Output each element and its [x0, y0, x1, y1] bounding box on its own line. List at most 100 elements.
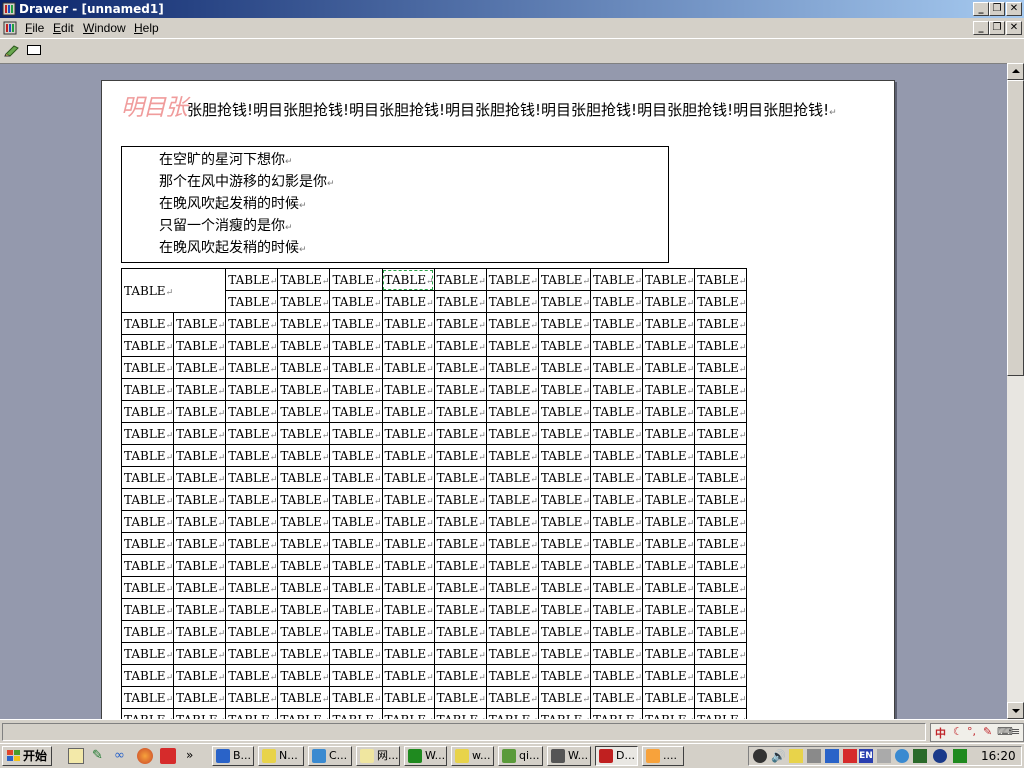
table-cell[interactable]: TABLE↵: [642, 510, 696, 533]
table-cell[interactable]: TABLE↵: [433, 466, 487, 489]
table-cell[interactable]: TABLE↵: [225, 686, 279, 709]
table-cell[interactable]: TABLE↵: [485, 488, 539, 511]
table-cell[interactable]: TABLE↵: [329, 268, 383, 291]
table-cell[interactable]: TABLE↵: [694, 422, 748, 445]
table-cell[interactable]: TABLE↵: [589, 268, 644, 291]
menu-file[interactable]: File: [25, 21, 44, 35]
table-cell[interactable]: TABLE↵: [173, 510, 227, 533]
table-cell[interactable]: TABLE↵: [225, 488, 279, 511]
tray-media-icon[interactable]: [753, 749, 767, 763]
document-page[interactable]: 明目张张胆抢钱!明目张胆抢钱!明目张胆抢钱!明目张胆抢钱!明目张胆抢钱!明目张胆…: [101, 80, 895, 720]
table-cell[interactable]: TABLE↵: [120, 312, 175, 335]
table-cell[interactable]: TABLE↵: [225, 290, 279, 313]
scroll-up-button[interactable]: [1007, 63, 1024, 80]
table-cell[interactable]: TABLE↵: [381, 334, 435, 357]
table-cell[interactable]: TABLE↵: [120, 598, 175, 621]
table-cell[interactable]: TABLE↵: [329, 466, 383, 489]
selected-table-cell[interactable]: TABLE↵: [381, 268, 435, 291]
table-cell[interactable]: TABLE↵: [694, 290, 748, 313]
table-cell[interactable]: TABLE↵: [485, 268, 539, 291]
table-cell[interactable]: TABLE↵: [537, 554, 591, 577]
table-cell[interactable]: TABLE↵: [694, 400, 748, 423]
quicklaunch-browser-icon[interactable]: [137, 748, 153, 764]
table-cell[interactable]: TABLE↵: [485, 664, 539, 687]
table-cell[interactable]: TABLE↵: [173, 576, 227, 599]
table-cell[interactable]: TABLE↵: [642, 268, 696, 291]
ime-punct-icon[interactable]: °,: [967, 725, 976, 738]
table-cell[interactable]: TABLE↵: [277, 444, 331, 467]
table-cell[interactable]: TABLE↵: [120, 642, 175, 665]
table-cell[interactable]: TABLE↵: [173, 378, 227, 401]
table-cell[interactable]: TABLE↵: [694, 576, 748, 599]
taskbar-task-button[interactable]: C...: [308, 746, 352, 766]
table-cell[interactable]: TABLE↵: [537, 422, 591, 445]
table-cell[interactable]: TABLE↵: [433, 378, 487, 401]
table-cell[interactable]: TABLE↵: [381, 686, 435, 709]
table-cell[interactable]: TABLE↵: [589, 356, 644, 379]
table-cell[interactable]: TABLE↵: [589, 664, 644, 687]
ime-pen-icon[interactable]: ✎: [983, 725, 992, 738]
table-cell[interactable]: TABLE↵: [329, 510, 383, 533]
show-desktop-icon[interactable]: [68, 748, 84, 764]
table-cell[interactable]: TABLE↵: [433, 268, 487, 291]
table-cell[interactable]: TABLE↵: [485, 598, 539, 621]
quicklaunch-tool-icon[interactable]: ✎: [92, 748, 108, 764]
table-cell[interactable]: TABLE↵: [225, 268, 279, 291]
table-cell[interactable]: TABLE↵: [277, 378, 331, 401]
table-cell[interactable]: TABLE↵: [485, 334, 539, 357]
table-cell[interactable]: TABLE↵: [485, 312, 539, 335]
table-cell[interactable]: TABLE↵: [642, 444, 696, 467]
table-cell[interactable]: TABLE↵: [694, 686, 748, 709]
table-cell[interactable]: TABLE↵: [381, 510, 435, 533]
table-cell[interactable]: TABLE↵: [329, 664, 383, 687]
table-cell[interactable]: TABLE↵: [694, 378, 748, 401]
table-cell[interactable]: TABLE↵: [329, 642, 383, 665]
table-cell[interactable]: TABLE↵: [277, 664, 331, 687]
table-cell[interactable]: TABLE↵: [642, 466, 696, 489]
table-cell[interactable]: TABLE↵: [225, 642, 279, 665]
taskbar-task-button[interactable]: N...: [258, 746, 304, 766]
table-cell[interactable]: TABLE↵: [277, 422, 331, 445]
table-cell[interactable]: TABLE↵: [173, 598, 227, 621]
tray-status-icon[interactable]: [953, 749, 967, 763]
table-cell[interactable]: TABLE↵: [589, 444, 644, 467]
tray-messenger-icon[interactable]: [933, 749, 947, 763]
table-cell[interactable]: TABLE↵: [642, 422, 696, 445]
table-cell[interactable]: TABLE↵: [381, 422, 435, 445]
table-cell[interactable]: TABLE↵: [381, 642, 435, 665]
table-cell[interactable]: TABLE↵: [537, 642, 591, 665]
table-cell[interactable]: TABLE↵: [589, 400, 644, 423]
table-cell[interactable]: TABLE↵: [589, 620, 644, 643]
scroll-down-button[interactable]: [1007, 702, 1024, 719]
table-cell[interactable]: TABLE↵: [642, 620, 696, 643]
table-cell[interactable]: TABLE↵: [173, 554, 227, 577]
start-button[interactable]: 开始: [2, 746, 52, 766]
table-cell[interactable]: TABLE↵: [433, 510, 487, 533]
scroll-thumb[interactable]: [1007, 80, 1024, 376]
table-cell[interactable]: TABLE↵: [277, 686, 331, 709]
table-cell[interactable]: TABLE↵: [537, 510, 591, 533]
table-cell[interactable]: TABLE↵: [225, 510, 279, 533]
table-cell[interactable]: TABLE↵: [694, 510, 748, 533]
table-cell[interactable]: TABLE↵: [537, 400, 591, 423]
quicklaunch-app-icon[interactable]: ∞: [114, 748, 130, 764]
table-cell[interactable]: TABLE↵: [277, 334, 331, 357]
rectangle-tool-icon[interactable]: [26, 43, 42, 57]
table-cell[interactable]: TABLE↵: [329, 290, 383, 313]
table-cell[interactable]: TABLE↵: [433, 444, 487, 467]
table-cell[interactable]: TABLE↵: [694, 620, 748, 643]
table-cell[interactable]: TABLE↵: [277, 554, 331, 577]
table-cell[interactable]: TABLE↵: [642, 378, 696, 401]
table-cell[interactable]: TABLE↵: [120, 510, 175, 533]
table-cell[interactable]: TABLE↵: [381, 620, 435, 643]
table-cell[interactable]: TABLE↵: [485, 532, 539, 555]
table-cell[interactable]: TABLE↵: [329, 686, 383, 709]
table-cell[interactable]: TABLE↵: [537, 488, 591, 511]
table-cell[interactable]: TABLE↵: [120, 532, 175, 555]
table-cell[interactable]: TABLE↵: [642, 400, 696, 423]
table-cell[interactable]: TABLE↵: [589, 554, 644, 577]
table-cell[interactable]: TABLE↵: [433, 488, 487, 511]
table-cell[interactable]: TABLE↵: [329, 334, 383, 357]
table-cell[interactable]: TABLE↵: [277, 312, 331, 335]
table-cell[interactable]: TABLE↵: [277, 356, 331, 379]
